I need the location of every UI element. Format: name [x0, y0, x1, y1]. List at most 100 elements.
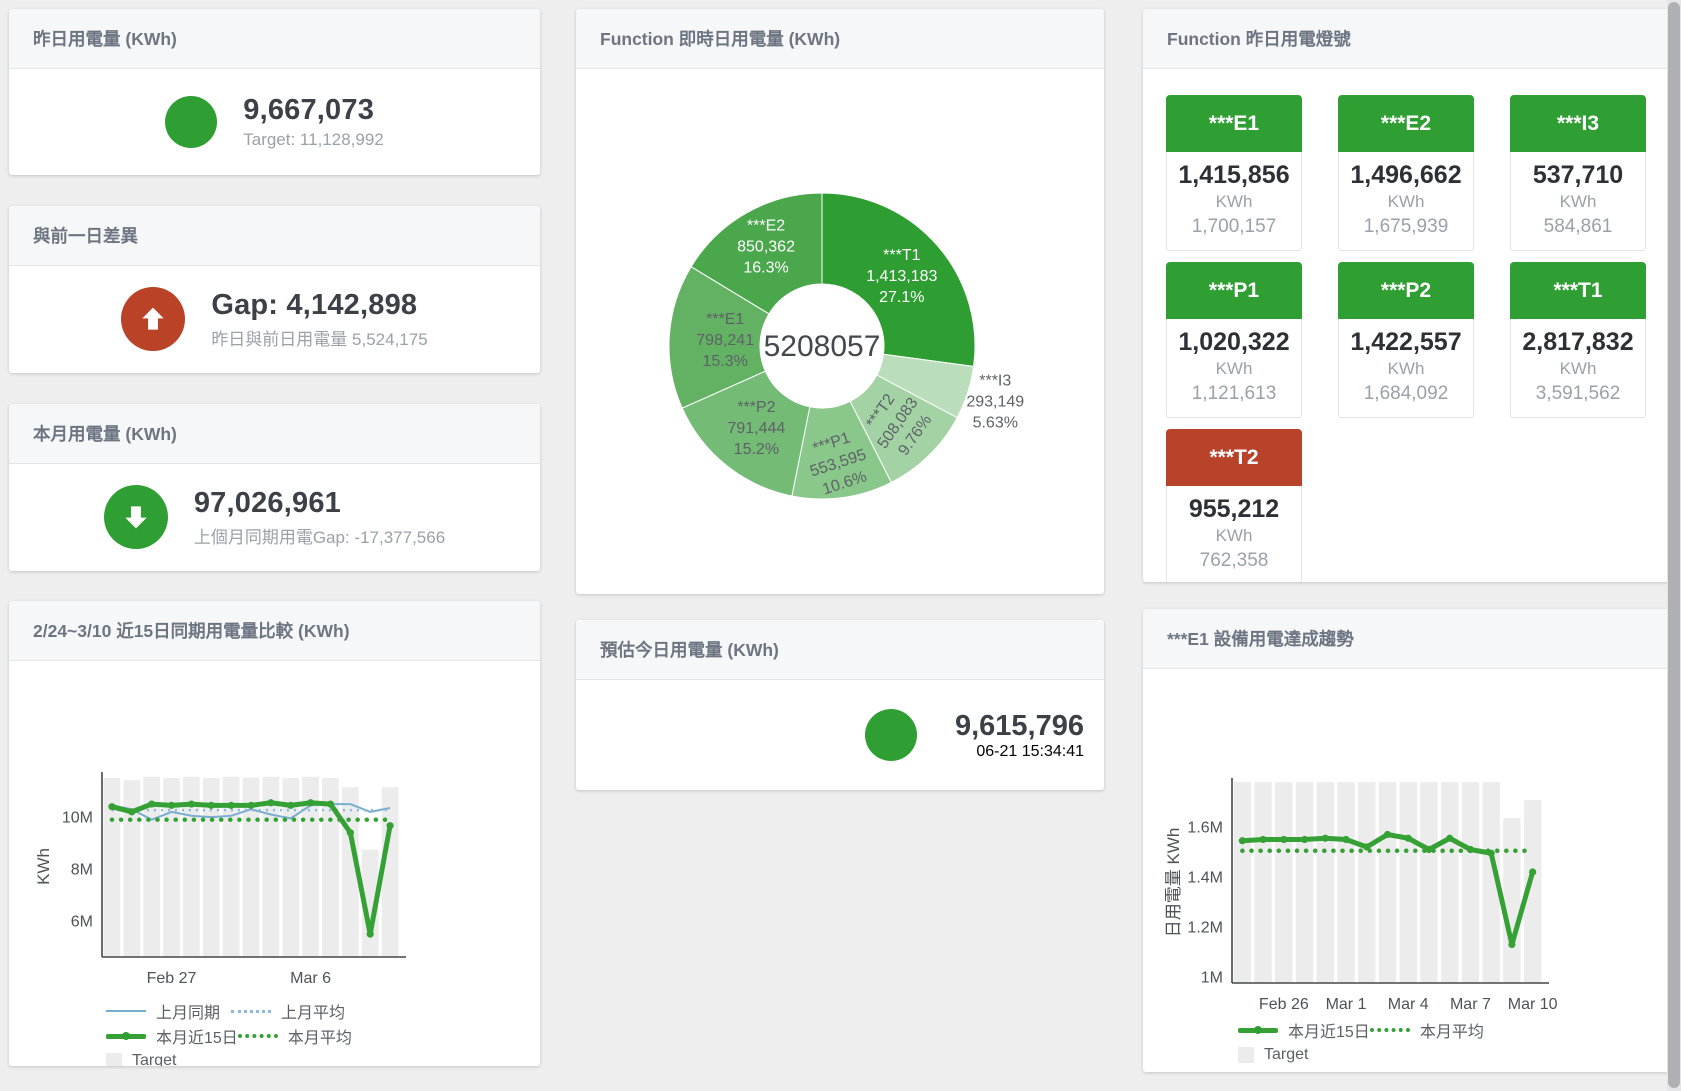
x-tick-label: Mar 10 — [1508, 996, 1558, 1013]
series-marker — [307, 799, 314, 806]
target-bar — [1462, 782, 1479, 983]
target-bar — [1379, 782, 1396, 983]
lamp-tile-unit: KWh — [1169, 190, 1299, 214]
donut-chart: ***T11,413,18327.1%***I3293,1495.63%***T… — [576, 69, 1104, 594]
trend-legend: 本月近15日本月平均 Target — [1143, 1019, 1671, 1066]
lamp-tile-E2: ***E21,496,662KWh1,675,939 — [1338, 95, 1474, 251]
panel-title: Function 即時日用電量 (KWh) — [600, 29, 840, 49]
legend-item[interactable]: 本月近15日 — [106, 1024, 238, 1048]
series-marker — [287, 802, 294, 809]
lamp-tile-unit: KWh — [1341, 190, 1471, 214]
lamp-tile-target: 762,358 — [1169, 548, 1299, 574]
series-marker — [267, 799, 274, 806]
lamp-tile-E1: ***E11,415,856KWh1,700,157 — [1166, 95, 1302, 251]
yesterday-usage-value: 9,667,073 — [243, 94, 384, 127]
lamp-tile-T1: ***T12,817,832KWh3,591,562 — [1510, 262, 1646, 418]
scrollbar-track[interactable] — [1667, 0, 1681, 1091]
legend-label: 本月近15日 — [156, 1024, 238, 1048]
trend-chart: 1M1.2M1.4M1.6MFeb 26Mar 1Mar 4Mar 7Mar 1… — [1143, 669, 1671, 1014]
series-marker — [1322, 835, 1329, 842]
panel-header: 2/24~3/10 近15日同期用電量比較 (KWh) — [9, 601, 540, 661]
legend-item[interactable]: 本月平均 — [1370, 1018, 1484, 1042]
lamp-tile-value: 537,710 — [1513, 160, 1643, 190]
panel-header: Function 昨日用電燈號 — [1143, 9, 1671, 69]
panel-header: Function 即時日用電量 (KWh) — [576, 9, 1104, 69]
month-usage-value: 97,026,961 — [194, 487, 445, 520]
panel-title: 本月用電量 (KWh) — [33, 424, 177, 444]
compare-legend: 上月同期上月平均本月近15日 本月平均 Target — [9, 1000, 540, 1066]
legend-item[interactable]: 本月平均 — [238, 1024, 352, 1048]
lamp-tile-label: ***E2 — [1338, 95, 1474, 152]
series-marker — [386, 822, 393, 829]
series-marker — [168, 802, 175, 809]
target-bar — [1503, 818, 1520, 983]
lamp-tile-value: 1,415,856 — [1169, 160, 1299, 190]
legend-item[interactable]: 上月同期 — [106, 999, 231, 1023]
lamp-tile-target: 1,700,157 — [1169, 214, 1299, 240]
lamp-tile-unit: KWh — [1169, 357, 1299, 381]
x-tick-label: Mar 6 — [290, 970, 331, 987]
lamp-tile-label: ***I3 — [1510, 95, 1646, 152]
legend-item[interactable]: Target — [1238, 1046, 1363, 1064]
lamp-tile-target: 1,121,613 — [1169, 381, 1299, 407]
series-marker — [128, 808, 135, 815]
panel-header: ***E1 設備用電達成趨勢 — [1143, 609, 1671, 669]
lamp-tile-value: 1,422,557 — [1341, 327, 1471, 357]
series-marker — [1405, 835, 1412, 842]
lamp-tile-P1: ***P11,020,322KWh1,121,613 — [1166, 262, 1302, 418]
panel-title: 預估今日用電量 (KWh) — [600, 640, 779, 660]
legend-label: 本月平均 — [288, 1024, 352, 1048]
series-marker — [108, 803, 115, 810]
target-bar — [1317, 782, 1334, 983]
y-tick-label: 1.4M — [1187, 870, 1223, 887]
series-marker — [1446, 835, 1453, 842]
yesterday-usage-target: Target: 11,128,992 — [243, 130, 384, 150]
panel-body: 9,615,796 06-21 15:34:41 — [576, 680, 1104, 790]
panel-day-gap: 與前一日差異 Gap: 4,142,898 昨日與前日用電量 5,524,175 — [9, 206, 540, 373]
month-usage-gap: 上個月同期用電Gap: -17,377,566 — [194, 523, 445, 548]
target-bar — [1296, 782, 1313, 983]
legend-item[interactable]: 本月近15日 — [1238, 1018, 1370, 1042]
legend-item[interactable]: Target — [106, 1052, 231, 1066]
lamp-tile-value: 1,020,322 — [1169, 327, 1299, 357]
energy-dashboard: 昨日用電量 (KWh) 9,667,073 Target: 11,128,992… — [0, 0, 1681, 1091]
lamp-tiles-grid: ***E11,415,856KWh1,700,157 ***E21,496,662… — [1143, 69, 1671, 582]
arrow-down-circle-icon — [104, 485, 168, 549]
panel-body: 97,026,961 上個月同期用電Gap: -17,377,566 — [9, 464, 540, 570]
panel-header: 本月用電量 (KWh) — [9, 404, 540, 464]
target-bar — [123, 780, 140, 957]
x-tick-label: Mar 1 — [1326, 996, 1367, 1013]
panel-title: 昨日用電量 (KWh) — [33, 29, 177, 49]
lamp-tile-target: 1,684,092 — [1341, 381, 1471, 407]
legend-swatch-green-dot — [238, 1034, 278, 1038]
legend-swatch-gray-box — [106, 1053, 122, 1066]
lamp-tile-unit: KWh — [1169, 524, 1299, 548]
y-axis-title: KWh — [34, 848, 53, 885]
legend-swatch-green-thick — [106, 1034, 146, 1039]
day-gap-value: Gap: 4,142,898 — [211, 289, 427, 322]
y-tick-label: 1.2M — [1187, 920, 1223, 937]
lamp-tile-label: ***T2 — [1166, 429, 1302, 486]
legend-swatch-gray-box — [1238, 1047, 1254, 1063]
panel-title: 與前一日差異 — [33, 226, 138, 246]
scrollbar-thumb[interactable] — [1668, 2, 1680, 1088]
lamp-tile-body: 955,212KWh762,358 — [1166, 486, 1302, 582]
lamp-tile-P2: ***P21,422,557KWh1,684,092 — [1338, 262, 1474, 418]
legend-item[interactable]: 上月平均 — [231, 999, 345, 1023]
donut-slice-label: ***I3293,1495.63% — [966, 373, 1024, 432]
lamp-tile-body: 2,817,832KWh3,591,562 — [1510, 319, 1646, 418]
panel-title: ***E1 設備用電達成趨勢 — [1167, 629, 1354, 649]
lamp-tile-label: ***P2 — [1338, 262, 1474, 319]
legend-swatch-blue-solid — [106, 1010, 146, 1012]
arrow-up-circle-icon — [121, 287, 185, 351]
panel-yesterday-usage: 昨日用電量 (KWh) 9,667,073 Target: 11,128,992 — [9, 9, 540, 175]
panel-header: 昨日用電量 (KWh) — [9, 9, 540, 69]
target-bar — [1254, 782, 1271, 983]
panel-title: Function 昨日用電燈號 — [1167, 29, 1351, 49]
panel-lamp-status: Function 昨日用電燈號 ***E11,415,856KWh1,700,1… — [1143, 9, 1671, 582]
lamp-tile-unit: KWh — [1513, 190, 1643, 214]
lamp-tile-target: 584,861 — [1513, 214, 1643, 240]
y-tick-label: 6M — [71, 914, 93, 931]
panel-title: 2/24~3/10 近15日同期用電量比較 (KWh) — [33, 621, 350, 641]
series-marker — [1425, 846, 1432, 853]
